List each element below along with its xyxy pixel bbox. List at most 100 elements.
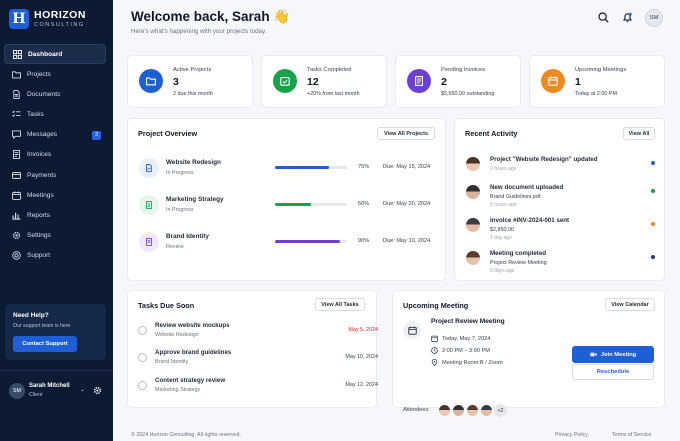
- sidebar-item-dashboard[interactable]: Dashboard: [4, 44, 106, 64]
- calendar-icon: [403, 321, 421, 339]
- activity-title: New document uploaded: [490, 184, 564, 191]
- sidebar-item-invoices[interactable]: Invoices: [4, 145, 106, 165]
- stat-label: Tasks Completed: [307, 67, 352, 73]
- activity-time: 2 hours ago: [490, 166, 517, 172]
- stat-label: Upcoming Meetings: [575, 67, 627, 73]
- attendee-avatar[interactable]: [438, 404, 451, 417]
- activity-title: Invoice #INV-2024-001 sent: [490, 217, 570, 224]
- attendees-more[interactable]: +2: [494, 404, 507, 417]
- stat-value: 2: [441, 76, 447, 88]
- chevron-down-icon[interactable]: ⌄: [80, 386, 85, 393]
- activity-item[interactable]: Project "Website Redesign" updated 2 hou…: [466, 155, 656, 185]
- project-percent: 90%: [358, 238, 370, 244]
- gear-icon[interactable]: [93, 386, 102, 395]
- status-dot: [651, 222, 655, 226]
- terms-of-service-link[interactable]: Terms of Service: [612, 432, 651, 438]
- activity-time: 2 days ago: [490, 268, 515, 274]
- user-profile[interactable]: SM Sarah Mitchell Client ⌄: [0, 370, 113, 410]
- help-icon: [12, 251, 21, 261]
- task-checkbox[interactable]: [138, 381, 147, 390]
- sidebar-item-projects[interactable]: Projects: [4, 64, 106, 84]
- sidebar-item-documents[interactable]: Documents: [4, 84, 106, 104]
- sidebar-item-reports[interactable]: Reports: [4, 206, 106, 226]
- activity-detail: $2,850.00: [490, 227, 514, 233]
- meeting-location: Meeting Room B / Zoom: [431, 359, 503, 366]
- progress-bar: [275, 166, 347, 169]
- view-calendar-button[interactable]: View Calendar: [605, 298, 655, 311]
- project-row[interactable]: Brand Identity Review 90% Due: May 10, 2…: [138, 230, 438, 256]
- task-row[interactable]: Content strategy review Marketing Strate…: [138, 377, 378, 399]
- contact-support-button[interactable]: Contact Support: [13, 336, 77, 352]
- sidebar-item-support[interactable]: Support: [4, 246, 106, 266]
- view-all-activity-button[interactable]: View All: [623, 127, 655, 140]
- search-icon[interactable]: [598, 12, 609, 23]
- page-subtitle: Here's what's happening with your projec…: [131, 28, 267, 35]
- project-percent: 75%: [358, 164, 370, 170]
- project-name: Brand Identity: [166, 233, 209, 240]
- sidebar-item-payments[interactable]: Payments: [4, 165, 106, 185]
- sidebar-item-label: Tasks: [27, 111, 44, 119]
- header-avatar[interactable]: SM: [645, 9, 663, 27]
- gear-icon: [12, 231, 21, 240]
- view-all-projects-button[interactable]: View All Projects: [377, 127, 435, 140]
- project-overview-title: Project Overview: [138, 129, 198, 138]
- user-name: Sarah Mitchell: [29, 383, 70, 389]
- view-all-tasks-button[interactable]: View All Tasks: [315, 298, 365, 311]
- location-pin-icon: [431, 359, 438, 366]
- meeting-card-title: Upcoming Meeting: [403, 301, 469, 310]
- stat-label: Pending Invoices: [441, 67, 486, 73]
- stat-label: Active Projects: [173, 67, 212, 73]
- sidebar-item-label: Settings: [27, 232, 51, 240]
- sidebar-nav: Dashboard Projects Documents Tasks Messa…: [4, 44, 106, 266]
- task-title: Review website mockups: [155, 322, 230, 329]
- project-due: Due: May 10, 2024: [383, 238, 431, 244]
- task-row[interactable]: Review website mockups Website Redesign …: [138, 322, 378, 344]
- folder-icon: [139, 69, 163, 93]
- sidebar-item-meetings[interactable]: Meetings: [4, 185, 106, 205]
- calendar-icon: [12, 191, 21, 200]
- activity-detail: Brand Guidelines.pdf: [490, 194, 541, 200]
- task-due-date: May 12, 2024: [345, 382, 378, 388]
- privacy-policy-link[interactable]: Privacy Policy: [555, 432, 588, 438]
- attendee-avatar[interactable]: [452, 404, 465, 417]
- join-meeting-button[interactable]: Join Meeting: [572, 346, 654, 363]
- project-due: Due: May 20, 2024: [383, 201, 431, 207]
- project-row[interactable]: Website Redesign In Progress 75% Due: Ma…: [138, 156, 438, 182]
- progress-fill: [275, 203, 311, 206]
- project-row[interactable]: Marketing Strategy In Progress 50% Due: …: [138, 193, 438, 219]
- activity-title: Project "Website Redesign" updated: [490, 156, 598, 163]
- sidebar-item-messages[interactable]: Messages 3: [4, 125, 106, 145]
- tasks-due-soon-card: Tasks Due Soon View All Tasks Review web…: [127, 290, 378, 408]
- activity-item[interactable]: Meeting completed Project Review Meeting…: [466, 249, 656, 279]
- help-subtitle: Our support team is here: [13, 323, 71, 329]
- meeting-time-text: 2:00 PM – 3:00 PM: [442, 347, 490, 354]
- attendee-avatar[interactable]: [466, 404, 479, 417]
- sidebar-item-settings[interactable]: Settings: [4, 226, 106, 246]
- sidebar-item-label: Documents: [27, 90, 61, 98]
- task-row[interactable]: Approve brand guidelines Brand Identity …: [138, 349, 378, 371]
- meeting-date: Today, May 7, 2024: [431, 335, 490, 342]
- reschedule-button[interactable]: Reschedule: [572, 364, 654, 380]
- brand[interactable]: H HORIZON CONSULTING: [9, 9, 86, 29]
- project-due: Due: May 15, 2024: [383, 164, 431, 170]
- activity-item[interactable]: New document uploaded Brand Guidelines.p…: [466, 183, 656, 213]
- user-avatar: SM: [9, 383, 25, 399]
- stat-card-pending-invoices: Pending Invoices 2 $5,650.00 outstanding: [395, 55, 521, 108]
- project-percent: 50%: [358, 201, 370, 207]
- project-name: Website Redesign: [166, 159, 221, 166]
- bell-icon[interactable]: [622, 12, 633, 23]
- join-meeting-label: Join Meeting: [600, 351, 637, 358]
- attendee-avatar[interactable]: [480, 404, 493, 417]
- document-icon: [139, 232, 159, 252]
- task-project: Website Redesign: [155, 332, 199, 338]
- sidebar-item-label: Projects: [27, 70, 51, 78]
- status-dot: [651, 161, 655, 165]
- task-checkbox[interactable]: [138, 326, 147, 335]
- status-dot: [651, 189, 655, 193]
- activity-item[interactable]: Invoice #INV-2024-001 sent $2,850.00 1 d…: [466, 216, 656, 246]
- task-due-date: May 5, 2024: [348, 327, 378, 333]
- task-checkbox[interactable]: [138, 353, 147, 362]
- sidebar-item-tasks[interactable]: Tasks: [4, 105, 106, 125]
- brand-logo: H: [9, 9, 29, 29]
- recent-activity-title: Recent Activity: [465, 129, 518, 138]
